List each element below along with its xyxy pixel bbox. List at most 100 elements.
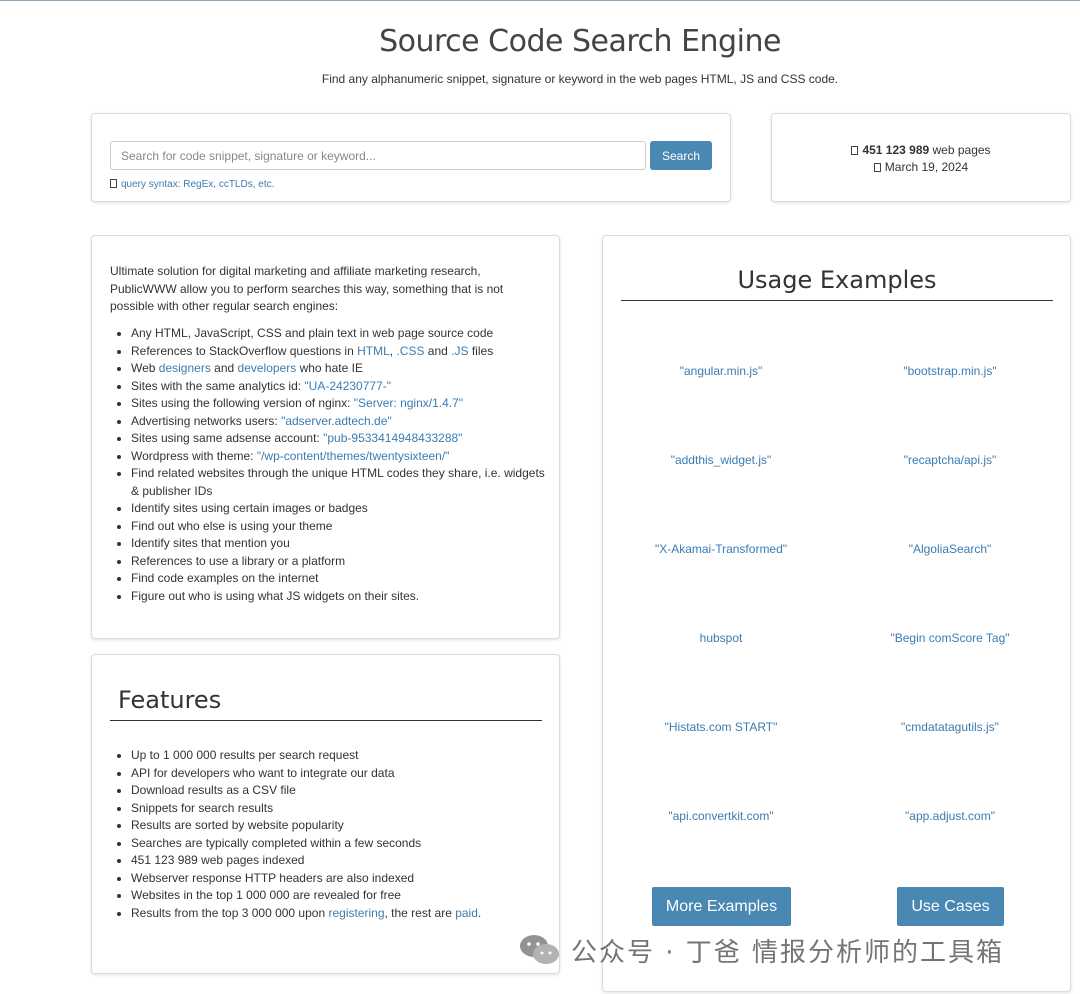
list-item: Find related websites through the unique…: [131, 465, 551, 500]
list-item: Sites with the same analytics id: "UA-24…: [131, 378, 551, 396]
list-item: Find code examples on the internet: [131, 570, 551, 588]
list-item-link[interactable]: "UA-24230777-": [304, 379, 391, 393]
pages-count-line: 451 123 989 web pages: [772, 142, 1070, 159]
list-item-link[interactable]: "pub-9533414948433288": [323, 431, 462, 445]
list-item: Identify sites using certain images or b…: [131, 500, 551, 518]
list-item-link[interactable]: .CSS: [396, 344, 424, 358]
list-item-text: References to use a library or a platfor…: [131, 553, 346, 568]
list-item: Webserver response HTTP headers are also…: [131, 870, 551, 888]
list-item-link[interactable]: paid: [455, 906, 478, 920]
list-item-text: Snippets for search results: [131, 800, 274, 815]
list-item-link[interactable]: HTML: [357, 344, 390, 358]
stats-panel: 451 123 989 web pages March 19, 2024: [771, 113, 1071, 202]
list-item-text: Results from the top 3 000 000 upon: [131, 905, 329, 920]
list-item-text: Figure out who is using what JS widgets …: [131, 588, 420, 603]
usage-example-link[interactable]: "Begin comScore Tag": [840, 631, 1060, 645]
search-panel: Search query syntax: RegEx, ccTLDs, etc.: [91, 113, 731, 202]
usage-example-link[interactable]: "app.adjust.com": [840, 809, 1060, 823]
list-item-text: References to StackOverflow questions in: [131, 343, 358, 358]
list-item-text: Find code examples on the internet: [131, 571, 319, 585]
list-item-text: Websites in the top 1 000 000 are reveal…: [131, 888, 401, 902]
usage-example-link[interactable]: hubspot: [611, 631, 831, 645]
calendar-icon: [873, 163, 881, 172]
list-item-link[interactable]: designers: [159, 361, 211, 375]
list-item: Websites in the top 1 000 000 are reveal…: [131, 887, 551, 905]
list-item-text: Results are sorted by website popularity: [131, 818, 344, 832]
query-syntax-link-label[interactable]: query syntax: RegEx, ccTLDs, etc.: [121, 179, 274, 190]
list-item: Searches are typically completed within …: [131, 835, 551, 853]
list-item: Snippets for search results: [131, 800, 551, 818]
list-item: Sites using the following version of ngi…: [131, 395, 551, 413]
wechat-icon: [520, 935, 559, 964]
list-item-link[interactable]: "/wp-content/themes/twentysixteen/": [257, 449, 450, 463]
features-panel: Features Up to 1 000 000 results per sea…: [91, 654, 560, 974]
list-item: 451 123 989 web pages indexed: [131, 852, 551, 870]
list-item-text: Searches are typically completed within …: [131, 835, 422, 850]
list-item-text: Identify sites using certain images or b…: [131, 501, 368, 515]
usage-example-link[interactable]: "Histats.com START": [611, 720, 831, 734]
list-item: Figure out who is using what JS widgets …: [131, 588, 551, 606]
list-item-link[interactable]: developers: [238, 361, 297, 375]
list-item: References to use a library or a platfor…: [131, 553, 551, 571]
query-syntax-link[interactable]: query syntax: RegEx, ccTLDs, etc.: [110, 179, 274, 190]
list-item-link[interactable]: "Server: nginx/1.4.7": [354, 396, 463, 410]
list-item-text: Find related websites through the unique…: [131, 466, 545, 498]
list-item-link[interactable]: registering: [328, 906, 384, 920]
list-item: References to StackOverflow questions in…: [131, 343, 551, 361]
list-item-text: Up to 1 000 000 results per search reque…: [131, 748, 359, 762]
list-item-text: Web: [131, 361, 159, 375]
list-item: Any HTML, JavaScript, CSS and plain text…: [131, 325, 551, 343]
list-item-text: Find out who else is using your theme: [131, 518, 333, 533]
database-icon: [851, 146, 859, 155]
watermark-text: 公众号 · 丁爸 情报分析师的工具箱: [571, 937, 1005, 968]
list-item-text: Advertising networks users:: [131, 413, 282, 428]
list-item: Up to 1 000 000 results per search reque…: [131, 747, 551, 765]
usage-example-link[interactable]: "angular.min.js": [611, 364, 831, 378]
about-list: Any HTML, JavaScript, CSS and plain text…: [97, 325, 551, 605]
list-item: Web designers and developers who hate IE: [131, 360, 551, 378]
list-item: Find out who else is using your theme: [131, 518, 551, 536]
list-item-text: Any HTML, JavaScript, CSS and plain text…: [131, 326, 494, 340]
usage-heading: Usage Examples: [621, 266, 1053, 301]
list-item: Results from the top 3 000 000 upon regi…: [131, 905, 551, 923]
usage-example-link[interactable]: "cmdatatagutils.js": [840, 720, 1060, 734]
list-item-text: 451 123 989 web pages indexed: [131, 853, 305, 867]
list-item-text: and: [210, 361, 238, 375]
list-item-text: API for developers who want to integrate…: [131, 765, 395, 780]
list-item: Wordpress with theme: "/wp-content/theme…: [131, 448, 551, 466]
list-item: Download results as a CSV file: [131, 782, 551, 800]
list-item-text: Webserver response HTTP headers are also…: [131, 870, 415, 885]
usage-panel: Usage Examples "angular.min.js" "bootstra…: [602, 235, 1071, 992]
use-cases-button[interactable]: Use Cases: [897, 887, 1004, 926]
info-icon: [110, 179, 117, 188]
features-heading: Features: [110, 686, 542, 721]
features-list: Up to 1 000 000 results per search reque…: [97, 747, 551, 922]
more-examples-button[interactable]: More Examples: [652, 887, 791, 926]
index-date: March 19, 2024: [884, 160, 969, 174]
list-item: Results are sorted by website popularity: [131, 817, 551, 835]
pages-count: 451 123 989: [862, 143, 930, 157]
usage-example-link[interactable]: "bootstrap.min.js": [840, 364, 1060, 378]
list-item-text: , the rest are: [384, 905, 456, 920]
list-item: API for developers who want to integrate…: [131, 765, 551, 783]
list-item-text: Sites using the following version of ngi…: [131, 396, 354, 410]
page-subtitle: Find any alphanumeric snippet, signature…: [321, 72, 839, 86]
pages-suffix: web pages: [929, 143, 991, 157]
usage-example-link[interactable]: "api.convertkit.com": [611, 809, 831, 823]
search-input[interactable]: [110, 141, 646, 170]
usage-example-link[interactable]: "X-Akamai-Transformed": [611, 542, 831, 556]
list-item: Sites using same adsense account: "pub-9…: [131, 430, 551, 448]
list-item-text: .: [477, 905, 482, 920]
usage-example-link[interactable]: "recaptcha/api.js": [840, 453, 1060, 467]
list-item-link[interactable]: .JS: [451, 344, 468, 358]
usage-example-link[interactable]: "addthis_widget.js": [611, 453, 831, 467]
list-item-text: who hate IE: [296, 361, 363, 375]
about-intro: Ultimate solution for digital marketing …: [110, 264, 504, 313]
index-date-line: March 19, 2024: [772, 159, 1070, 176]
top-divider: [0, 0, 1080, 1]
watermark: 公众号 · 丁爸 情报分析师的工具箱: [519, 930, 1004, 970]
list-item: Identify sites that mention you: [131, 535, 551, 553]
search-button[interactable]: Search: [650, 141, 712, 170]
usage-example-link[interactable]: "AlgoliaSearch": [840, 542, 1060, 556]
list-item-link[interactable]: "adserver.adtech.de": [281, 414, 392, 428]
